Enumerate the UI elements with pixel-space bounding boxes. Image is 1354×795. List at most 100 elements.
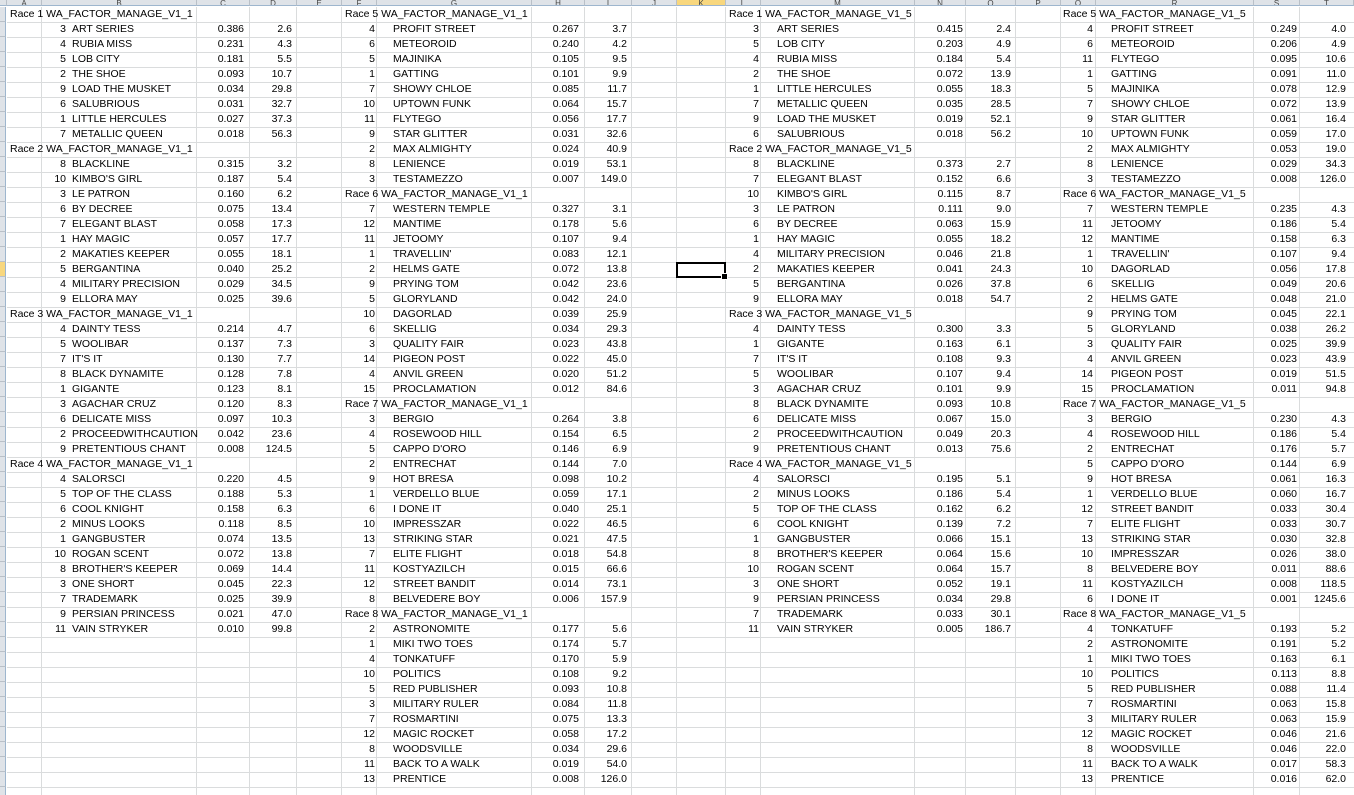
price-cell[interactable]: 3.1 <box>567 202 627 217</box>
select-all-corner[interactable] <box>0 0 7 6</box>
price-cell[interactable]: 5.5 <box>232 52 292 67</box>
row-header[interactable] <box>0 7 6 22</box>
runner-name-cell[interactable]: BERGIO <box>393 412 434 427</box>
price-cell[interactable]: 37.3 <box>232 112 292 127</box>
runner-number-cell[interactable]: 10 <box>1033 667 1093 682</box>
runner-number-cell[interactable]: 11 <box>1033 52 1093 67</box>
runner-name-cell[interactable]: BERGANTINA <box>72 262 140 277</box>
price-cell[interactable]: 23.6 <box>567 277 627 292</box>
price-cell[interactable]: 4.5 <box>232 472 292 487</box>
runner-number-cell[interactable]: 11 <box>6 622 66 637</box>
runner-name-cell[interactable]: ELITE FLIGHT <box>1111 517 1180 532</box>
runner-name-cell[interactable]: LOAD THE MUSKET <box>777 112 876 127</box>
runner-number-cell[interactable]: 7 <box>6 217 66 232</box>
price-cell[interactable]: 124.5 <box>232 442 292 457</box>
runner-number-cell[interactable]: 4 <box>1033 22 1093 37</box>
runner-name-cell[interactable]: PRENTICE <box>1111 772 1164 787</box>
runner-name-cell[interactable]: DAGORLAD <box>1111 262 1170 277</box>
column-header-s[interactable]: S <box>1254 0 1300 6</box>
price-cell[interactable]: 149.0 <box>567 172 627 187</box>
runner-number-cell[interactable]: 14 <box>315 352 375 367</box>
runner-number-cell[interactable]: 8 <box>6 367 66 382</box>
price-cell[interactable]: 88.6 <box>1286 562 1346 577</box>
runner-name-cell[interactable]: MILITARY PRECISION <box>777 247 885 262</box>
runner-name-cell[interactable]: IMPRESSZAR <box>393 517 461 532</box>
price-cell[interactable]: 9.9 <box>951 382 1011 397</box>
row-header[interactable] <box>0 712 6 727</box>
runner-number-cell[interactable]: 3 <box>699 577 759 592</box>
runner-name-cell[interactable]: VERDELLO BLUE <box>1111 487 1197 502</box>
price-cell[interactable]: 12.9 <box>1286 82 1346 97</box>
runner-name-cell[interactable]: POLITICS <box>393 667 441 682</box>
price-cell[interactable]: 5.7 <box>567 637 627 652</box>
runner-number-cell[interactable]: 11 <box>315 757 375 772</box>
runner-number-cell[interactable]: 12 <box>315 217 375 232</box>
runner-number-cell[interactable]: 9 <box>6 82 66 97</box>
price-cell[interactable]: 9.0 <box>951 202 1011 217</box>
runner-number-cell[interactable]: 2 <box>315 457 375 472</box>
price-cell[interactable]: 10.8 <box>951 397 1011 412</box>
column-header-r[interactable]: R <box>1096 0 1254 6</box>
runner-number-cell[interactable]: 3 <box>699 22 759 37</box>
price-cell[interactable]: 25.1 <box>567 502 627 517</box>
runner-name-cell[interactable]: I DONE IT <box>1111 592 1159 607</box>
price-cell[interactable]: 3.7 <box>567 22 627 37</box>
price-cell[interactable]: 75.6 <box>951 442 1011 457</box>
price-cell[interactable]: 43.8 <box>567 337 627 352</box>
runner-number-cell[interactable]: 12 <box>1033 502 1093 517</box>
runner-name-cell[interactable]: ASTRONOMITE <box>393 622 470 637</box>
price-cell[interactable]: 10.7 <box>232 67 292 82</box>
runner-number-cell[interactable]: 7 <box>6 592 66 607</box>
price-cell[interactable]: 19.1 <box>951 577 1011 592</box>
runner-name-cell[interactable]: PROCLAMATION <box>1111 382 1194 397</box>
runner-number-cell[interactable]: 10 <box>1033 547 1093 562</box>
runner-name-cell[interactable]: CAPPO D'ORO <box>1111 457 1184 472</box>
runner-number-cell[interactable]: 11 <box>315 112 375 127</box>
runner-name-cell[interactable]: TONKATUFF <box>393 652 455 667</box>
price-cell[interactable]: 126.0 <box>567 772 627 787</box>
runner-number-cell[interactable]: 2 <box>6 247 66 262</box>
price-cell[interactable]: 6.9 <box>1286 457 1346 472</box>
price-cell[interactable]: 5.1 <box>951 472 1011 487</box>
runner-number-cell[interactable]: 13 <box>315 772 375 787</box>
runner-name-cell[interactable]: IT'S IT <box>72 352 103 367</box>
runner-name-cell[interactable]: SHOWY CHLOE <box>1111 97 1190 112</box>
price-cell[interactable]: 39.9 <box>1286 337 1346 352</box>
race-header-cell[interactable]: Race 1 WA_FACTOR_MANAGE_V1_1 <box>10 7 193 22</box>
price-cell[interactable]: 8.7 <box>951 187 1011 202</box>
runner-name-cell[interactable]: ROGAN SCENT <box>72 547 149 562</box>
runner-number-cell[interactable]: 2 <box>1033 637 1093 652</box>
runner-name-cell[interactable]: MILITARY PRECISION <box>72 277 180 292</box>
runner-number-cell[interactable]: 15 <box>315 382 375 397</box>
runner-number-cell[interactable]: 6 <box>6 412 66 427</box>
race-header-cell[interactable]: Race 2 WA_FACTOR_MANAGE_V1_5 <box>729 142 912 157</box>
runner-number-cell[interactable]: 8 <box>6 562 66 577</box>
price-cell[interactable]: 32.8 <box>1286 532 1346 547</box>
price-cell[interactable]: 18.3 <box>951 82 1011 97</box>
runner-number-cell[interactable]: 10 <box>1033 127 1093 142</box>
runner-number-cell[interactable]: 6 <box>699 412 759 427</box>
runner-name-cell[interactable]: PRYING TOM <box>1111 307 1177 322</box>
price-cell[interactable]: 51.5 <box>1286 367 1346 382</box>
runner-number-cell[interactable]: 11 <box>699 622 759 637</box>
price-cell[interactable]: 38.0 <box>1286 547 1346 562</box>
runner-number-cell[interactable]: 7 <box>699 352 759 367</box>
price-cell[interactable]: 23.6 <box>232 427 292 442</box>
runner-number-cell[interactable]: 4 <box>699 52 759 67</box>
price-cell[interactable]: 20.3 <box>951 427 1011 442</box>
column-header-o[interactable]: O <box>966 0 1016 6</box>
runner-number-cell[interactable]: 11 <box>315 562 375 577</box>
price-cell[interactable]: 40.9 <box>567 142 627 157</box>
runner-number-cell[interactable]: 2 <box>315 622 375 637</box>
runner-name-cell[interactable]: PROCLAMATION <box>393 382 476 397</box>
runner-name-cell[interactable]: LITTLE HERCULES <box>777 82 872 97</box>
runner-name-cell[interactable]: MANTIME <box>1111 232 1159 247</box>
runner-number-cell[interactable]: 2 <box>699 67 759 82</box>
runner-number-cell[interactable]: 5 <box>315 442 375 457</box>
price-cell[interactable]: 4.0 <box>1286 22 1346 37</box>
runner-name-cell[interactable]: TOP OF THE CLASS <box>72 487 172 502</box>
runner-number-cell[interactable]: 1 <box>699 337 759 352</box>
runner-number-cell[interactable]: 7 <box>6 127 66 142</box>
runner-number-cell[interactable]: 5 <box>699 277 759 292</box>
runner-number-cell[interactable]: 7 <box>1033 697 1093 712</box>
